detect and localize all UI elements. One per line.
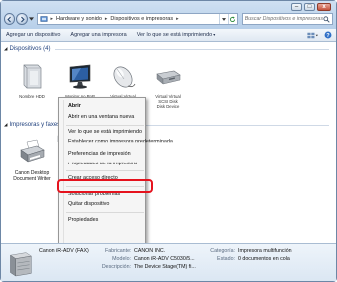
see-printing-button[interactable]: Ver lo que se está imprimiendo▾: [137, 32, 216, 38]
close-button[interactable]: x: [317, 3, 331, 11]
breadcrumb-separator: ▸: [104, 16, 108, 22]
category-label: Categoría:: [210, 248, 235, 254]
view-options-icon[interactable]: [307, 32, 318, 39]
device-item[interactable]: Virtual Virtual SCSI Disk Disk Device: [147, 62, 189, 109]
add-printer-button[interactable]: Agregar una impresora: [70, 32, 126, 38]
navigation-bar: ▸ Hardware y sonido ▸ Dispositivos e imp…: [4, 12, 333, 26]
multifunction-printer-icon: [9, 252, 32, 277]
manufacturer-label: Fabricante:: [105, 248, 132, 254]
details-pane: Canon iR-ADV (FAX) Fabricante: CANON INC…: [1, 243, 336, 281]
menu-item-remove-device[interactable]: Quitar dispositivo: [68, 201, 109, 207]
window-controls: – □ x: [291, 3, 331, 11]
device-label: Nombre HDD: [19, 94, 45, 99]
divider: [55, 48, 329, 50]
printers-group-header[interactable]: ◢ Impresoras y faxes (4): [4, 122, 329, 128]
help-icon[interactable]: ?: [324, 31, 332, 39]
status-label: Estado:: [217, 256, 235, 262]
device-label: Disk Device: [156, 104, 180, 109]
model-label: Modelo:: [112, 256, 131, 262]
search-icon: [323, 15, 330, 23]
menu-item-properties[interactable]: Propiedades: [68, 217, 98, 223]
search-box[interactable]: Buscar Dispositivos e impresoras: [241, 13, 333, 25]
devices-group-header[interactable]: ◢ Dispositivos (4): [4, 46, 329, 52]
back-button[interactable]: [4, 13, 16, 25]
menu-item-open[interactable]: Abrir: [68, 103, 81, 109]
address-actions: [218, 14, 237, 24]
toolbar-right: ?: [307, 31, 336, 39]
command-bar: Agregar un dispositivo Agregar una impre…: [1, 29, 336, 42]
highlight-outline: [57, 179, 153, 193]
details-device-name: Canon iR-ADV (FAX): [39, 248, 89, 254]
chevron-down-icon: [221, 17, 226, 21]
category-value: Impresora multifunción: [238, 248, 292, 254]
menu-item-see-printing[interactable]: Ver lo que se está imprimiendo: [68, 129, 142, 135]
description-label: Descripción:: [101, 264, 131, 270]
collapse-icon[interactable]: ◢: [4, 46, 7, 52]
control-panel-icon: [40, 16, 48, 22]
status-value: 0 documentos en cola: [238, 256, 290, 262]
maximize-icon: □: [307, 4, 312, 10]
menu-gutter: [63, 100, 64, 256]
svg-text:?: ?: [326, 33, 330, 39]
menu-item-printing-preferences[interactable]: Preferencias de impresión: [68, 151, 131, 157]
breadcrumb-separator: ▸: [50, 16, 54, 22]
model-value: Canon iR-ADV C5030/5...: [134, 256, 195, 262]
breadcrumb-hardware[interactable]: Hardware y sonido: [56, 16, 102, 22]
disk-drive-icon: [156, 70, 181, 85]
maximize-button[interactable]: □: [304, 3, 315, 11]
back-arrow-icon: [7, 16, 12, 22]
menu-separator: [66, 170, 144, 171]
mouse-icon: [113, 66, 136, 88]
breadcrumb-devices-printers[interactable]: Dispositivos e impresoras: [110, 16, 173, 22]
recent-pages-button[interactable]: [29, 13, 35, 25]
devices-and-printers-window: – □ x ▸ Hardware y sonido ▸ Dispositivos…: [0, 0, 337, 282]
printer-label: Document Writer: [13, 176, 51, 182]
content-pane: ◢ Dispositivos (4) Nombre HDD Monitor no…: [1, 42, 336, 243]
menu-separator: [66, 212, 144, 213]
external-drive-icon: [23, 64, 42, 89]
minimize-button[interactable]: –: [291, 3, 302, 11]
address-bar[interactable]: ▸ Hardware y sonido ▸ Dispositivos e imp…: [36, 13, 238, 25]
refresh-button[interactable]: [227, 14, 237, 24]
minimize-icon: –: [294, 4, 299, 10]
chevron-down-icon: [29, 17, 35, 21]
menu-item-open-new-window[interactable]: Abrir en una ventana nueva: [68, 114, 134, 120]
printer-icon: [20, 139, 45, 163]
address-dropdown-button[interactable]: [218, 14, 228, 24]
chevron-down-icon: ▾: [213, 32, 216, 37]
context-menu: Abrir Abrir en una ventana nueva Ver lo …: [58, 97, 173, 259]
forward-arrow-icon: [20, 16, 25, 22]
monitor-icon: [69, 64, 91, 89]
refresh-icon: [230, 16, 236, 22]
device-item[interactable]: Nombre HDD: [15, 62, 49, 99]
add-device-button[interactable]: Agregar un dispositivo: [6, 32, 60, 38]
search-input[interactable]: Buscar Dispositivos e impresoras: [245, 16, 323, 22]
menu-separator: [66, 125, 144, 126]
breadcrumb-separator: ▸: [176, 16, 179, 22]
menu-item-printer-properties[interactable]: Propiedades de la impresora: [68, 163, 137, 166]
close-icon: x: [322, 4, 326, 10]
description-value: The Device Stage(TM) fi...: [134, 264, 196, 270]
printer-item[interactable]: Canon Desktop Document Writer: [9, 134, 55, 182]
collapse-icon[interactable]: ◢: [4, 122, 7, 128]
devices-group-title: Dispositivos (4): [9, 46, 51, 52]
see-printing-label: Ver lo que se está imprimiendo: [136, 32, 213, 38]
manufacturer-value: CANON INC.: [134, 248, 166, 254]
forward-button[interactable]: [16, 13, 28, 25]
title-bar: – □ x ▸ Hardware y sonido ▸ Dispositivos…: [1, 1, 336, 29]
